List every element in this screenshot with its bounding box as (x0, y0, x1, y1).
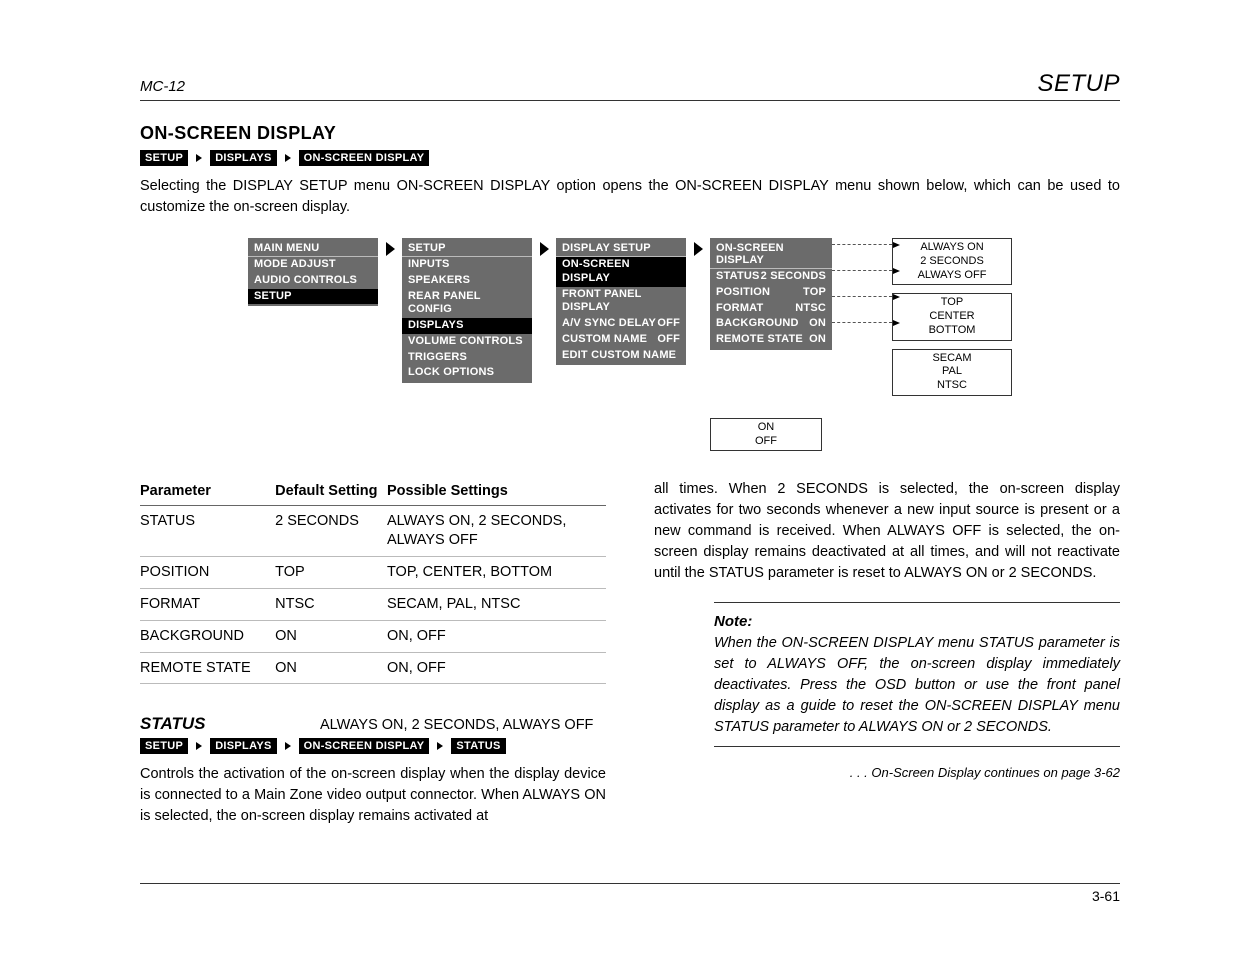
dotted-connectors (832, 238, 892, 378)
menu-diagram: MAIN MENU MODE ADJUST AUDIO CONTROLS SET… (140, 238, 1120, 451)
format-options-box: SECAM PAL NTSC (892, 349, 1012, 396)
th-possible: Possible Settings (387, 479, 606, 506)
menu-item: EDIT CUSTOM NAME (556, 348, 686, 364)
section-title: ON-SCREEN DISPLAY (140, 123, 1120, 144)
th-default: Default Setting (275, 479, 387, 506)
crumb: DISPLAYS (210, 738, 276, 754)
crumb: SETUP (140, 738, 188, 754)
table-row: FORMATNTSCSECAM, PAL, NTSC (140, 588, 606, 620)
status-desc-left: Controls the activation of the on-screen… (140, 764, 606, 827)
menu-item: STATUS2 SECONDS (710, 269, 832, 285)
osd-menu-title: ON-SCREEN DISPLAY (710, 240, 832, 269)
osd-menu-box: ON-SCREEN DISPLAY STATUS2 SECONDS POSITI… (710, 238, 832, 350)
menu-item: CUSTOM NAMEOFF (556, 332, 686, 348)
menu-item: MODE ADJUST (248, 257, 378, 273)
page-header: MC-12 SETUP (140, 70, 1120, 101)
chevron-right-icon (192, 151, 206, 165)
menu-item: VOLUME CONTROLS (402, 334, 532, 350)
menu-item: BACKGROUNDON (710, 316, 832, 332)
page-footer: 3-61 (140, 883, 1120, 904)
crumb-osd: ON-SCREEN DISPLAY (299, 150, 430, 166)
status-desc-right: all times. When 2 SECONDS is selected, t… (654, 479, 1120, 584)
chevron-right-icon (281, 739, 295, 753)
chevron-right-icon (281, 151, 295, 165)
menu-item-highlighted: DISPLAYS (402, 318, 532, 334)
status-options-box: ALWAYS ON 2 SECONDS ALWAYS OFF (892, 238, 1012, 285)
setup-menu-box: SETUP INPUTS SPEAKERS REAR PANEL CONFIG … (402, 238, 532, 383)
main-menu-box: MAIN MENU MODE ADJUST AUDIO CONTROLS SET… (248, 238, 378, 306)
parameter-table: Parameter Default Setting Possible Setti… (140, 479, 606, 684)
table-row: REMOTE STATEONON, OFF (140, 652, 606, 684)
table-row: STATUS2 SECONDSALWAYS ON, 2 SECONDS, ALW… (140, 506, 606, 557)
menu-item: REAR PANEL CONFIG (402, 289, 532, 319)
param-values: ALWAYS ON, 2 SECONDS, ALWAYS OFF (320, 717, 593, 733)
crumb: STATUS (451, 738, 505, 754)
arrow-right-icon (536, 238, 552, 368)
th-parameter: Parameter (140, 479, 275, 506)
chevron-right-icon (433, 739, 447, 753)
menu-item: SPEAKERS (402, 273, 532, 289)
status-heading: STATUS ALWAYS ON, 2 SECONDS, ALWAYS OFF (140, 714, 606, 734)
menu-item-highlighted: SETUP (248, 289, 378, 305)
onoff-options-box: ON OFF (710, 418, 822, 452)
continues-text: . . . On-Screen Display continues on pag… (654, 765, 1120, 780)
arrow-right-icon (382, 238, 398, 368)
note-box: Note: When the ON-SCREEN DISPLAY menu ST… (714, 602, 1120, 747)
header-section: SETUP (1037, 70, 1120, 98)
note-title: Note: (714, 611, 1120, 633)
menu-item: LOCK OPTIONS (402, 365, 532, 381)
display-setup-title: DISPLAY SETUP (556, 240, 686, 257)
menu-item: INPUTS (402, 257, 532, 273)
note-body: When the ON-SCREEN DISPLAY menu STATUS p… (714, 633, 1120, 738)
chevron-right-icon (192, 739, 206, 753)
setup-menu-title: SETUP (402, 240, 532, 257)
menu-item-highlighted: ON-SCREEN DISPLAY (556, 257, 686, 287)
param-name: STATUS (140, 714, 320, 734)
arrow-right-icon (690, 238, 706, 368)
menu-item: TRIGGERS (402, 350, 532, 366)
page-number: 3-61 (1092, 888, 1120, 904)
menu-item: FORMATNTSC (710, 301, 832, 317)
crumb-displays: DISPLAYS (210, 150, 276, 166)
breadcrumb-status: SETUP DISPLAYS ON-SCREEN DISPLAY STATUS (140, 738, 606, 754)
breadcrumb-top: SETUP DISPLAYS ON-SCREEN DISPLAY (140, 150, 1120, 166)
menu-item: FRONT PANEL DISPLAY (556, 287, 686, 317)
menu-item: REMOTE STATEON (710, 332, 832, 348)
menu-item: POSITIONTOP (710, 285, 832, 301)
position-options-box: TOP CENTER BOTTOM (892, 293, 1012, 340)
crumb: ON-SCREEN DISPLAY (299, 738, 430, 754)
display-setup-box: DISPLAY SETUP ON-SCREEN DISPLAY FRONT PA… (556, 238, 686, 365)
intro-paragraph: Selecting the DISPLAY SETUP menu ON-SCRE… (140, 176, 1120, 218)
main-menu-title: MAIN MENU (248, 240, 378, 257)
table-row: BACKGROUNDONON, OFF (140, 620, 606, 652)
menu-item: A/V SYNC DELAYOFF (556, 316, 686, 332)
menu-item: AUDIO CONTROLS (248, 273, 378, 289)
table-row: POSITIONTOPTOP, CENTER, BOTTOM (140, 556, 606, 588)
header-model: MC-12 (140, 78, 185, 95)
crumb-setup: SETUP (140, 150, 188, 166)
